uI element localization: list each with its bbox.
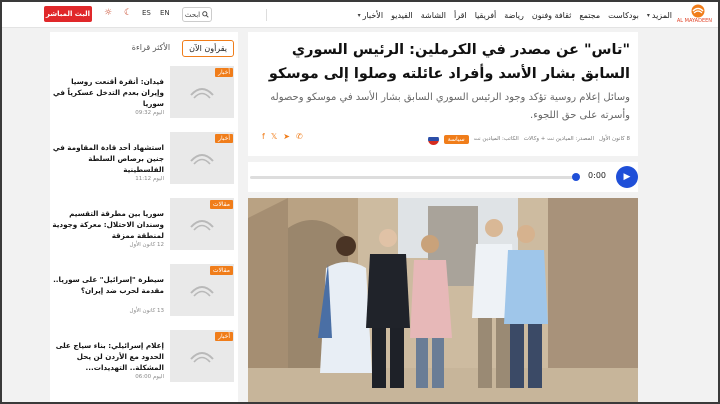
russia-flag-icon [427,133,439,145]
share-bar: f 𝕏 ➤ ✆ [262,132,303,141]
nav-item-news[interactable]: الأخبار ▾ [358,11,383,20]
item-title: إعلام إسرائيلي: بناء سياج على الحدود مع … [55,341,164,372]
audio-progress-handle[interactable] [572,173,580,181]
audio-time: 0:00 [588,171,606,180]
lang-es-link[interactable]: ES [142,9,151,17]
nav-label: اقرأ [454,10,467,20]
main-menu: الأخبار ▾ الفيديو الشاشة اقرأ أفريقيا ريا… [358,2,672,28]
tab-reading-now[interactable]: يقرأون الآن [182,40,234,57]
category-tag[interactable]: سياسة [443,134,469,144]
logo-text: AL MAYADEEN [676,18,712,24]
nav-label: ثقافة وفنون [531,10,572,20]
sidebar-most-read: يقرأون الآن الأكثر قراءة أخبار فيدان: أن… [50,32,238,402]
article-header: "تاس" عن مصدر في الكرملين: الرئيس السوري… [248,32,638,156]
nav-label: الفيديو [391,10,413,20]
list-item[interactable]: أخبار فيدان: أنقرة أقنعت روسيا وإيران بع… [53,66,234,124]
chevron-down-icon: ▾ [357,11,361,19]
author-text: الكاتب: الميادين نت [473,136,519,142]
article-summary: وسائل إعلام روسية تؤكد وجود الرئيس السور… [270,92,630,121]
item-tag: أخبار [215,68,233,77]
item-tag: أخبار [215,332,233,341]
nav-divider [266,9,267,21]
sun-icon[interactable]: ☼ [104,8,112,18]
nav-label: مجتمع [579,10,601,20]
item-date: اليوم 11:12 [135,176,164,182]
article-headline: "تاس" عن مصدر في الكرملين: الرئيس السوري… [268,42,630,82]
browser-page: AL MAYADEEN الأخبار ▾ الفيديو الشاشة اقرأ… [2,2,718,402]
play-button[interactable]: ▶ [616,166,638,188]
nav-item-video[interactable]: الفيديو [391,11,413,20]
site-logo[interactable]: AL MAYADEEN [677,4,712,26]
list-item[interactable]: مقالات سوريا بين مطرقة التقسيم وسندان ال… [52,198,234,256]
item-date: 12 كانون الأول [129,242,164,248]
sidebar-tabs: يقرأون الآن الأكثر قراءة [126,40,234,57]
nav-label: بودكاست [608,10,639,20]
thumbnail-placeholder: أخبار [170,330,234,382]
thumbnail-placeholder: مقالات [170,264,234,316]
nav-item-podcast[interactable]: بودكاست [608,11,639,20]
item-tag: أخبار [215,134,233,143]
logo-mark-icon [190,352,214,363]
telegram-icon[interactable]: ➤ [283,132,290,141]
article-photo [248,198,638,402]
source-text: المصدر: الميادين نت + وكالات [523,136,594,142]
tab-most-read[interactable]: الأكثر قراءة [126,40,176,57]
logo-mark-icon [190,286,214,297]
audio-progress-track[interactable] [250,176,574,179]
lang-en-link[interactable]: EN [160,9,170,17]
item-title: فيدان: أنقرة أقنعت روسيا وإيران بعدم الت… [53,77,164,108]
whatsapp-icon[interactable]: ✆ [296,132,303,141]
thumbnail-placeholder: أخبار [170,66,234,118]
search-button[interactable]: ابحث [182,7,212,22]
nav-label: الأخبار [362,10,384,20]
nav-item-sport[interactable]: رياضة [504,11,524,20]
nav-label: الشاشة [420,10,446,20]
play-icon: ▶ [623,172,631,182]
list-item[interactable]: أخبار إعلام إسرائيلي: بناء سياج على الحد… [54,330,234,388]
nav-item-read[interactable]: اقرأ [454,11,467,20]
logo-mark-icon [691,4,705,18]
article-column: "تاس" عن مصدر في الكرملين: الرئيس السوري… [248,32,638,402]
top-navigation: AL MAYADEEN الأخبار ▾ الفيديو الشاشة اقرأ… [2,2,718,28]
nav-item-africa[interactable]: أفريقيا [475,11,497,20]
audio-player: ▶ 0:00 [248,162,638,192]
item-title: سوريا بين مطرقة التقسيم وسندان الاحتلال:… [52,209,164,240]
article-meta: سياسة الكاتب: الميادين نت المصدر: المياد… [427,132,630,146]
nav-label: المزيد [651,10,672,20]
search-label: ابحث [184,10,201,19]
moon-icon[interactable]: ☾ [124,8,132,18]
item-tag: مقالات [209,266,233,275]
chevron-down-icon: ▾ [646,11,650,19]
item-title: سيطرة "إسرائيل" على سوريا.. مقدمة لحرب ض… [53,275,164,295]
item-date: 13 كانون الأول [129,308,164,314]
logo-mark-icon [190,154,214,165]
list-item[interactable]: أخبار استشهاد أحد قادة المقاومة في جنين … [53,132,234,190]
facebook-icon[interactable]: f [262,132,265,141]
date-text: 8 كانون الأول [598,136,630,142]
photo-illustration [248,198,638,402]
x-icon[interactable]: 𝕏 [271,132,277,141]
nav-item-culture[interactable]: ثقافة وفنون [532,11,571,20]
search-icon [202,11,209,18]
item-date: اليوم 09:32 [135,110,164,116]
item-title: استشهاد أحد قادة المقاومة في جنين برصاص … [52,143,164,174]
nav-item-society[interactable]: مجتمع [579,11,600,20]
nav-label: أفريقيا [474,10,497,20]
list-item[interactable]: مقالات سيطرة "إسرائيل" على سوريا.. مقدمة… [53,264,234,322]
nav-item-screen[interactable]: الشاشة [421,11,446,20]
item-tag: مقالات [209,200,233,209]
thumbnail-placeholder: مقالات [170,198,234,250]
item-date: اليوم 06:00 [135,374,164,380]
thumbnail-placeholder: أخبار [170,132,234,184]
logo-mark-icon [190,88,214,99]
nav-item-more[interactable]: المزيد ▾ [647,11,672,20]
logo-mark-icon [190,220,214,231]
live-stream-button[interactable]: البث المباشر [44,6,92,22]
nav-label: رياضة [504,10,524,20]
